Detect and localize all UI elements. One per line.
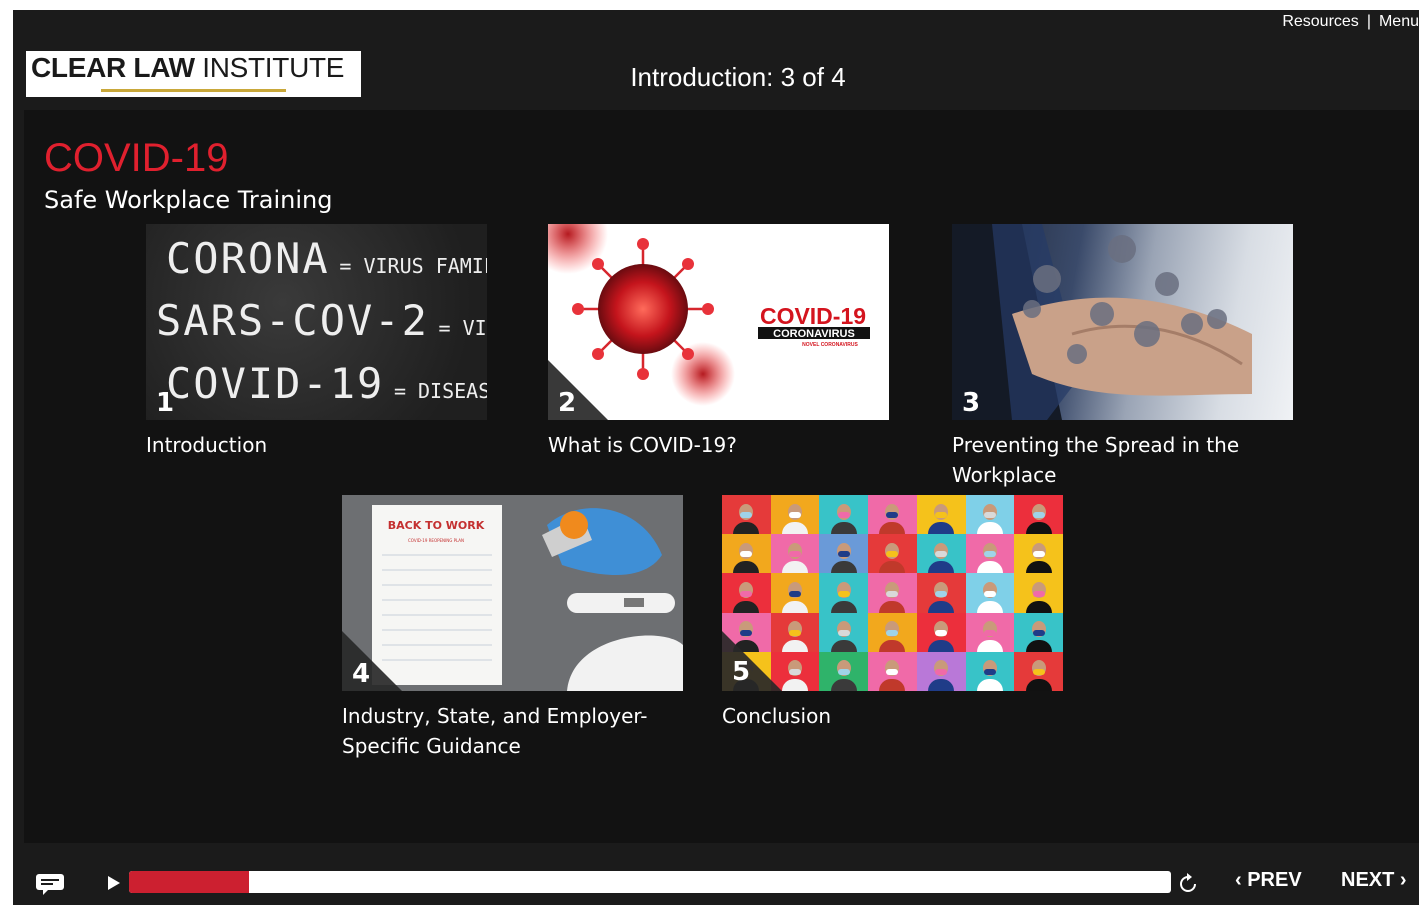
face-tile	[722, 534, 771, 574]
face-tile	[916, 573, 966, 613]
face-tile	[868, 612, 917, 652]
note-title: BACK TO WORK	[388, 519, 485, 532]
face-tile	[965, 573, 1015, 613]
module-number: 1	[156, 388, 175, 418]
virus-thumbnail[interactable]: COVID-19 CORONAVIRUS NOVEL CORONAVIRUS 2	[548, 224, 889, 420]
chalk-text: COVID-19	[166, 359, 385, 408]
progress-bar[interactable]	[129, 871, 1171, 893]
player-controls: ‹ PREV NEXT ›	[13, 843, 1419, 905]
face-tile	[868, 651, 917, 691]
back-to-work-thumbnail[interactable]: BACK TO WORK COVID-19 REOPENING PLAN 4	[342, 495, 683, 691]
face-tile	[770, 495, 820, 535]
chalk-text: CORONA	[166, 234, 330, 283]
module-card-what-is-covid[interactable]: COVID-19 CORONAVIRUS NOVEL CORONAVIRUS 2…	[548, 224, 889, 460]
corner-tab	[342, 631, 402, 691]
top-links: Resources | Menu	[1282, 13, 1419, 31]
face-tile	[868, 495, 917, 535]
chalk-text: = VIRUS FAMILY	[339, 254, 487, 278]
module-number: 5	[732, 657, 751, 687]
face-tile	[1014, 573, 1063, 613]
course-title: COVID-19	[44, 136, 229, 180]
chalk-text: SARS-COV-2	[156, 296, 429, 345]
module-label[interactable]: What is COVID-19?	[548, 430, 889, 460]
face-tile	[965, 651, 1015, 691]
face-tile	[819, 651, 869, 691]
prev-button[interactable]: ‹ PREV	[1235, 869, 1302, 892]
module-card-guidance[interactable]: BACK TO WORK COVID-19 REOPENING PLAN 4 I…	[342, 495, 683, 761]
clear-law-institute-logo: CLEAR LAW INSTITUTE	[26, 51, 361, 97]
face-tile	[819, 495, 869, 535]
menu-link[interactable]: Menu	[1379, 13, 1419, 31]
course-subtitle: Safe Workplace Training	[44, 186, 333, 214]
face-tile	[722, 495, 771, 535]
play-icon[interactable]	[105, 873, 123, 893]
module-card-introduction[interactable]: CORONA = VIRUS FAMILY SARS-COV-2 = VIRUS…	[146, 224, 487, 460]
progress-fill	[129, 871, 249, 893]
slide-content: COVID-19 Safe Workplace Training CORONA …	[24, 110, 1419, 843]
replay-icon[interactable]	[1176, 872, 1200, 896]
face-tile	[965, 534, 1015, 574]
face-tile	[868, 573, 917, 613]
module-label[interactable]: Conclusion	[722, 701, 1063, 731]
face-tile	[722, 573, 771, 613]
module-label[interactable]: Industry, State, and Employer-Specific G…	[342, 701, 683, 761]
corner-tab	[722, 631, 782, 691]
module-card-preventing-spread[interactable]: 3 Preventing the Spread in the Workplace	[952, 224, 1293, 490]
handshake-thumbnail[interactable]: 3	[952, 224, 1293, 420]
slide-title: Introduction: 3 of 4	[630, 62, 846, 92]
face-tile	[868, 534, 917, 574]
module-number: 2	[558, 388, 577, 418]
note-subtitle: COVID-19 REOPENING PLAN	[408, 538, 464, 543]
face-tile	[819, 534, 869, 574]
covid-thumb-banner: CORONAVIRUS	[773, 328, 855, 340]
course-player: Resources | Menu CLEAR LAW INSTITUTE Int…	[13, 10, 1419, 905]
face-tile	[1014, 495, 1063, 535]
module-number: 4	[352, 659, 371, 689]
face-tile	[916, 612, 966, 652]
captions-icon[interactable]	[35, 873, 65, 895]
covid-thumb-title: COVID-19	[760, 303, 866, 329]
face-tile	[965, 612, 1015, 652]
face-tile	[1014, 534, 1063, 574]
corner-tab	[548, 360, 608, 420]
face-tile	[1014, 651, 1063, 691]
face-tile	[770, 534, 820, 574]
header-bar: Resources | Menu CLEAR LAW INSTITUTE Int…	[13, 10, 1419, 110]
link-separator: |	[1366, 13, 1371, 30]
logo-text-light: INSTITUTE	[202, 52, 345, 83]
face-tile	[916, 534, 966, 574]
chalkboard-thumbnail[interactable]: CORONA = VIRUS FAMILY SARS-COV-2 = VIRUS…	[146, 224, 487, 420]
module-label[interactable]: Preventing the Spread in the Workplace	[952, 430, 1293, 490]
handshake-virus-image	[952, 224, 1252, 420]
next-button[interactable]: NEXT ›	[1341, 869, 1407, 892]
face-tile	[819, 573, 869, 613]
face-tile	[770, 573, 820, 613]
logo-underline	[101, 89, 286, 92]
logo-text-bold: CLEAR LAW	[31, 52, 195, 83]
module-label[interactable]: Introduction	[146, 430, 487, 460]
module-number: 3	[962, 388, 981, 418]
face-tile	[916, 651, 966, 691]
face-tile	[916, 495, 966, 535]
face-tile	[965, 495, 1015, 535]
module-card-conclusion[interactable]: 5 Conclusion	[722, 495, 1063, 731]
face-tile	[1014, 612, 1063, 652]
face-tile	[819, 612, 869, 652]
chalk-text: = VIRUS	[438, 316, 487, 340]
chalk-text: = DISEASE	[393, 379, 487, 403]
covid-thumb-sub: NOVEL CORONAVIRUS	[802, 342, 858, 348]
resources-link[interactable]: Resources	[1282, 13, 1358, 31]
